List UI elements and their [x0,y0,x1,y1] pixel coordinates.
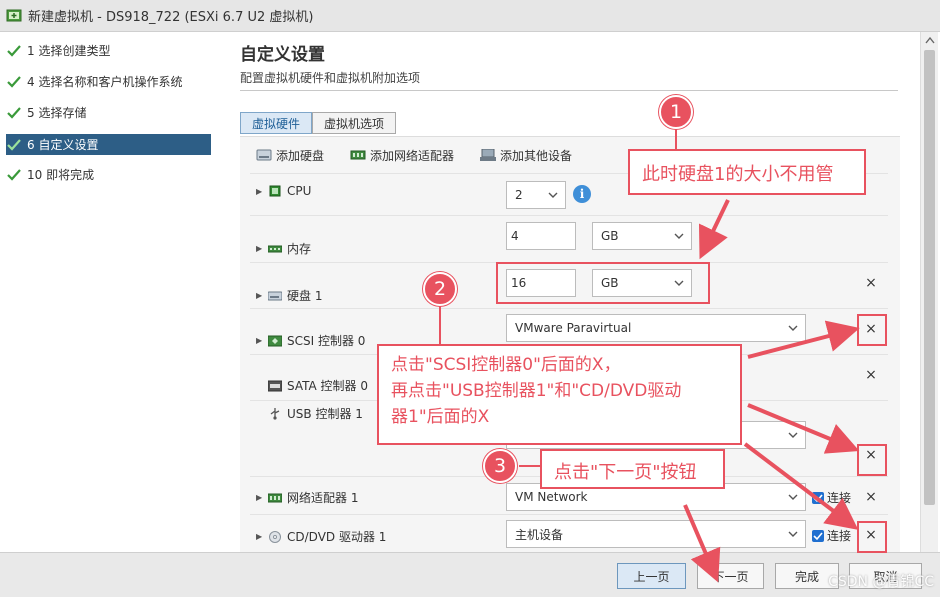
step-select-storage[interactable]: 5 选择存储 [6,102,211,123]
next-button[interactable]: 下一页 [697,563,764,589]
expand-caret-icon: ▶ [256,336,263,345]
info-icon[interactable]: i [573,185,591,203]
chevron-down-icon [674,280,684,286]
expand-caret-icon: ▶ [256,244,263,253]
step-label: 1 选择创建类型 [27,44,111,58]
title-bar: 新建虚拟机 - DS918_722 (ESXi 6.7 U2 虚拟机) [0,0,940,32]
scroll-up-icon[interactable] [925,36,935,44]
sata-remove-button[interactable]: × [863,367,879,383]
cdrom-connect-checkbox[interactable]: 连接 [812,527,851,544]
disk1-remove-button[interactable]: × [863,275,879,291]
add-disk-button[interactable]: 添加硬盘 [256,147,324,164]
page-subtitle: 配置虚拟机硬件和虚拟机附加选项 [240,71,421,85]
expand-caret-icon: ▶ [256,291,263,300]
tab-bar: 虚拟硬件 虚拟机选项 [240,112,397,134]
finish-button[interactable]: 完成 [775,563,839,589]
add-nic-button[interactable]: 添加网络适配器 [350,147,454,164]
check-icon [7,106,21,119]
memory-label[interactable]: ▶ 内存 [256,240,311,257]
scsi-controller-row: ▶ SCSI 控制器 0 VMware Paravirtual × [250,308,888,354]
scrollbar-thumb[interactable] [924,50,935,505]
memory-icon [268,245,282,252]
sata-controller-row: SATA 控制器 0 × [250,354,888,400]
step-customize[interactable]: 6 自定义设置 [6,134,211,155]
network-adapter-label[interactable]: ▶ 网络适配器 1 [256,489,358,506]
network-card-icon [268,493,282,502]
usb-controller-row: USB 控制器 1 USB 2.0 × [250,400,888,476]
memory-size-input[interactable]: 4 [506,222,576,250]
network-select[interactable]: VM Network [506,483,806,511]
check-icon [7,75,21,88]
cancel-button[interactable]: 取消 [849,563,922,589]
device-icon [480,149,497,161]
sata-controller-label[interactable]: SATA 控制器 0 [256,377,368,394]
scsi-type-select[interactable]: VMware Paravirtual [506,314,806,342]
memory-unit-select[interactable]: GB [592,222,692,250]
step-select-type[interactable]: 1 选择创建类型 [6,40,211,61]
expand-caret-icon: ▶ [256,186,263,196]
tab-vm-options[interactable]: 虚拟机选项 [312,112,397,134]
disk1-size-input[interactable]: 16 [506,269,576,297]
scsi-icon [268,335,282,346]
hardware-panel: 添加硬盘 添加网络适配器 添加其他设备 ▶ CPU 2 i ▶ 内存 4 GB … [240,136,900,552]
cpu-row: ▶ CPU 2 i [250,173,888,215]
cdrom-row: ▶ CD/DVD 驱动器 1 主机设备 连接 × [250,514,888,553]
main-content: 自定义设置 配置虚拟机硬件和虚拟机附加选项 虚拟硬件 虚拟机选项 添加硬盘 添加… [220,32,920,552]
window-title: 新建虚拟机 - DS918_722 (ESXi 6.7 U2 虚拟机) [28,10,314,25]
cpu-count-select[interactable]: 2 [506,181,566,209]
expand-caret-icon: ▶ [256,493,263,502]
prev-button[interactable]: 上一页 [617,563,686,589]
chevron-down-icon [788,531,798,537]
memory-row: ▶ 内存 4 GB [250,215,888,262]
nic-connect-checkbox[interactable]: 连接 [812,489,851,506]
chevron-down-icon [788,325,798,331]
disk-icon [256,149,272,161]
hardware-toolbar: 添加硬盘 添加网络适配器 添加其他设备 [240,137,900,173]
vm-icon [6,9,22,21]
network-card-icon [350,150,366,160]
cdrom-remove-button[interactable]: × [863,527,879,543]
scsi-remove-button[interactable]: × [863,321,879,337]
usb-remove-button[interactable]: × [863,447,879,463]
usb-icon [270,407,280,420]
check-icon [7,44,21,57]
page-title: 自定义设置 [240,45,325,65]
chevron-down-icon [548,192,558,198]
checkbox-checked-icon [812,529,824,542]
cdrom-label[interactable]: ▶ CD/DVD 驱动器 1 [256,528,386,545]
checkbox-checked-icon [812,491,824,504]
chevron-down-icon [788,494,798,500]
check-icon [7,168,21,181]
cpu-icon [269,185,281,197]
chevron-down-icon [674,233,684,239]
tab-virtual-hardware[interactable]: 虚拟硬件 [240,112,313,134]
disk-icon [268,291,282,300]
step-label: 5 选择存储 [27,106,87,120]
add-other-device-button[interactable]: 添加其他设备 [480,147,572,164]
wizard-footer: 上一页 下一页 完成 取消 [0,552,940,597]
check-icon [7,138,21,151]
vertical-scrollbar[interactable] [920,32,938,552]
disk1-row: ▶ 硬盘 1 16 GB × [250,262,888,308]
step-label: 4 选择名称和客户机操作系统 [27,75,183,89]
divider [240,90,898,91]
usb-controller-label[interactable]: USB 控制器 1 [256,405,363,422]
wizard-steps: 1 选择创建类型 4 选择名称和客户机操作系统 5 选择存储 6 自定义设置 1… [0,32,220,597]
expand-caret-icon: ▶ [256,532,263,541]
network-adapter-row: ▶ 网络适配器 1 VM Network 连接 × [250,476,888,514]
usb-type-select[interactable]: USB 2.0 [506,421,806,449]
disk1-label[interactable]: ▶ 硬盘 1 [256,287,322,304]
nic-remove-button[interactable]: × [863,489,879,505]
cdrom-source-select[interactable]: 主机设备 [506,520,806,548]
cd-icon [269,530,281,543]
disk1-unit-select[interactable]: GB [592,269,692,297]
chevron-down-icon [788,432,798,438]
step-ready[interactable]: 10 即将完成 [6,164,211,185]
sata-icon [268,380,282,391]
step-label: 10 即将完成 [27,168,95,182]
step-name-os[interactable]: 4 选择名称和客户机操作系统 [6,71,211,92]
step-label: 6 自定义设置 [27,138,99,152]
scsi-controller-label[interactable]: ▶ SCSI 控制器 0 [256,332,365,349]
cpu-label[interactable]: ▶ CPU [256,184,311,198]
